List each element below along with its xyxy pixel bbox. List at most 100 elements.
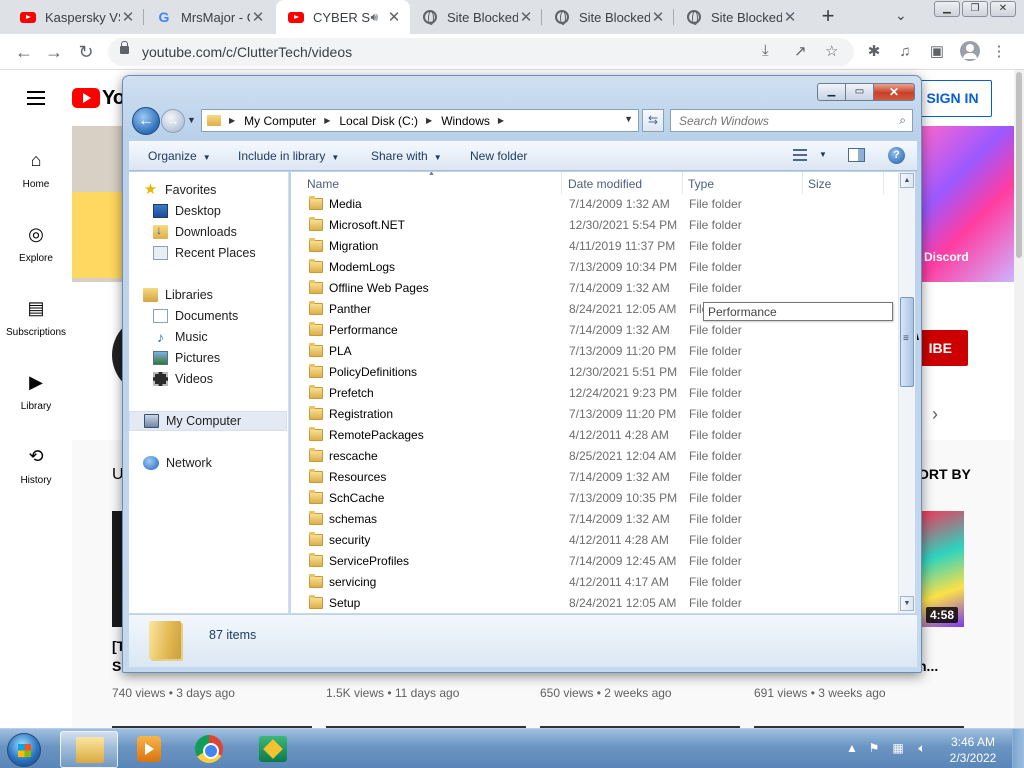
guide-item-library[interactable]: ▶ Library bbox=[0, 371, 72, 412]
scrollbar-thumb[interactable] bbox=[900, 297, 914, 387]
explorer-minimize-button[interactable]: ▁ bbox=[817, 83, 845, 101]
breadcrumb-local-disk[interactable]: Local Disk (C:) bbox=[339, 114, 418, 128]
file-row[interactable]: ModemLogs 7/13/2009 10:34 PM File folder bbox=[291, 257, 906, 278]
nav-item-favorites[interactable]: ★ Favorites bbox=[143, 180, 301, 200]
file-row[interactable]: Setup 8/24/2021 12:05 AM File folder bbox=[291, 593, 906, 613]
file-row[interactable]: Microsoft.NET 12/30/2021 5:54 PM File fold… bbox=[291, 215, 906, 236]
chevron-right-icon[interactable]: ▶ bbox=[426, 116, 432, 125]
file-row[interactable]: Resources 7/14/2009 1:32 AM File folder bbox=[291, 467, 906, 488]
volume-icon[interactable]: 🔈︎ bbox=[914, 741, 930, 755]
taskbar-media-player-icon[interactable] bbox=[120, 731, 178, 768]
page-scrollbar[interactable] bbox=[1014, 70, 1024, 728]
guide-item-explore[interactable]: ◎ Explore bbox=[0, 223, 72, 264]
chevron-right-icon[interactable]: ▶ bbox=[324, 116, 330, 125]
file-row[interactable]: Performance 7/14/2009 1:32 AM File folder bbox=[291, 320, 906, 341]
nav-item-libraries[interactable]: Libraries bbox=[143, 285, 301, 305]
scroll-up-arrow-icon[interactable]: ▲ bbox=[900, 173, 914, 188]
column-header-type[interactable]: Type bbox=[688, 177, 714, 191]
back-arrow-icon[interactable]: ← bbox=[12, 40, 36, 64]
file-list-scrollbar[interactable]: ▲ ▼ bbox=[898, 172, 915, 613]
chevron-right-icon[interactable]: › bbox=[932, 404, 938, 425]
forward-arrow-icon[interactable]: → bbox=[42, 40, 66, 64]
explorer-maximize-button[interactable]: ▭ bbox=[845, 83, 873, 101]
maximize-button[interactable]: ❐ bbox=[962, 1, 988, 17]
explorer-back-icon[interactable]: ← bbox=[132, 107, 160, 135]
file-row[interactable]: RemotePackages 4/12/2011 4:28 AM File fold… bbox=[291, 425, 906, 446]
guide-item-home[interactable]: ⌂ Home bbox=[0, 149, 72, 190]
system-clock[interactable]: 3:46 AM 2/3/2022 bbox=[936, 734, 1010, 766]
profile-avatar-icon[interactable] bbox=[960, 41, 980, 61]
sort-by-button[interactable]: ORT BY bbox=[918, 466, 971, 482]
file-row[interactable]: PolicyDefinitions 12/30/2021 5:51 PM File … bbox=[291, 362, 906, 383]
taskbar-windows-explorer-icon[interactable] bbox=[60, 731, 118, 768]
share-with-button[interactable]: Share with ▼ bbox=[371, 149, 442, 163]
new-tab-button[interactable]: + bbox=[816, 5, 840, 29]
file-row[interactable]: Media 7/14/2009 1:32 AM File folder bbox=[291, 194, 906, 215]
network-tray-icon[interactable]: ▦ bbox=[890, 741, 906, 755]
search-input[interactable] bbox=[671, 110, 881, 131]
help-icon[interactable]: ? bbox=[888, 147, 905, 164]
minimize-button[interactable]: ▁ bbox=[934, 1, 960, 17]
tab-search-chevron-icon[interactable]: ⌄ bbox=[895, 7, 907, 24]
video-title[interactable]: S bbox=[112, 658, 121, 674]
show-hidden-icons-chevron-icon[interactable]: ▲ bbox=[844, 741, 860, 755]
url-text[interactable]: youtube.com/c/ClutterTech/videos bbox=[142, 44, 352, 60]
speaker-icon[interactable]: 🔊︎ bbox=[370, 10, 378, 25]
browser-tab-blocked-3[interactable]: Site Blocked ✕ bbox=[674, 0, 806, 34]
search-icon[interactable]: ⌕ bbox=[899, 113, 906, 128]
nav-item-recent-places[interactable]: Recent Places bbox=[153, 243, 311, 263]
file-row[interactable]: security 4/12/2011 4:28 AM File folder bbox=[291, 530, 906, 551]
close-tab-icon[interactable]: ✕ bbox=[120, 8, 136, 26]
file-row[interactable]: Prefetch 12/24/2021 9:23 PM File folder bbox=[291, 383, 906, 404]
close-tab-icon[interactable]: ✕ bbox=[782, 8, 798, 26]
browser-tab-mrsmajor[interactable]: G MrsMajor - G ✕ bbox=[144, 0, 274, 34]
taskbar-chrome-icon[interactable] bbox=[180, 731, 238, 768]
change-view-icon[interactable] bbox=[793, 149, 807, 161]
file-row[interactable]: servicing 4/12/2011 4:17 AM File folder bbox=[291, 572, 906, 593]
column-header-size[interactable]: Size bbox=[808, 177, 831, 191]
share-icon[interactable]: ↗ bbox=[794, 42, 807, 60]
nav-item-documents[interactable]: Documents bbox=[153, 306, 311, 326]
chevron-right-icon[interactable]: ▶ bbox=[229, 116, 235, 125]
youtube-logo-icon[interactable] bbox=[72, 88, 100, 108]
new-folder-button[interactable]: New folder bbox=[470, 149, 527, 163]
file-row[interactable]: SchCache 7/13/2009 10:35 PM File folder bbox=[291, 488, 906, 509]
show-desktop-button[interactable] bbox=[1012, 729, 1024, 768]
file-row[interactable]: Registration 7/13/2009 11:20 PM File folde… bbox=[291, 404, 906, 425]
organize-button[interactable]: Organize ▼ bbox=[148, 149, 211, 163]
taskbar-kaspersky-icon[interactable] bbox=[244, 731, 302, 768]
guide-item-history[interactable]: ⟲ History bbox=[0, 445, 72, 486]
nav-item-music[interactable]: ♪ Music bbox=[153, 327, 311, 347]
file-row[interactable]: Migration 4/11/2019 11:37 PM File folder bbox=[291, 236, 906, 257]
close-tab-icon[interactable]: ✕ bbox=[518, 8, 534, 26]
close-tab-icon[interactable]: ✕ bbox=[650, 8, 666, 26]
include-in-library-button[interactable]: Include in library ▼ bbox=[238, 149, 339, 163]
explorer-refresh-icon[interactable]: ⇆ bbox=[642, 109, 664, 132]
youtube-logo-text[interactable]: Yo bbox=[102, 87, 125, 110]
file-row[interactable]: schemas 7/14/2009 1:32 AM File folder bbox=[291, 509, 906, 530]
scroll-down-arrow-icon[interactable]: ▼ bbox=[900, 596, 914, 611]
explorer-close-button[interactable]: ✕ bbox=[873, 83, 915, 101]
nav-item-network[interactable]: Network bbox=[143, 453, 301, 473]
browser-tab-blocked-1[interactable]: Site Blocked ✕ bbox=[410, 0, 542, 34]
recent-pages-chevron-icon[interactable]: ▼ bbox=[187, 115, 196, 125]
banner-link-discord[interactable]: Discord bbox=[924, 250, 969, 264]
chrome-menu-icon[interactable]: ⋮ bbox=[990, 43, 1008, 61]
sign-in-button[interactable]: SIGN IN bbox=[913, 80, 992, 117]
nav-item-downloads[interactable]: Downloads bbox=[153, 222, 311, 242]
explorer-forward-icon[interactable]: → bbox=[161, 109, 185, 133]
view-options-chevron-icon[interactable]: ▼ bbox=[819, 150, 827, 159]
media-control-icon[interactable]: ♫ bbox=[896, 43, 914, 61]
reload-icon[interactable]: ↻ bbox=[74, 40, 98, 64]
nav-item-desktop[interactable]: Desktop bbox=[153, 201, 311, 221]
close-tab-icon[interactable]: ✕ bbox=[250, 8, 266, 26]
browser-tab-active[interactable]: CYBER S 🔊︎ ✕ bbox=[276, 0, 410, 34]
file-row[interactable]: PLA 7/13/2009 11:20 PM File folder bbox=[291, 341, 906, 362]
browser-tab-kaspersky[interactable]: Kaspersky VS ✕ bbox=[8, 0, 144, 34]
guide-item-subscriptions[interactable]: ▤ Subscriptions bbox=[0, 297, 72, 338]
file-row[interactable]: ServiceProfiles 7/14/2009 12:45 AM File fo… bbox=[291, 551, 906, 572]
file-row[interactable]: Offline Web Pages 7/14/2009 1:32 AM File f… bbox=[291, 278, 906, 299]
nav-item-pictures[interactable]: Pictures bbox=[153, 348, 311, 368]
nav-item-videos[interactable]: Videos bbox=[153, 369, 311, 389]
file-row[interactable]: rescache 8/25/2021 12:04 AM File folder bbox=[291, 446, 906, 467]
